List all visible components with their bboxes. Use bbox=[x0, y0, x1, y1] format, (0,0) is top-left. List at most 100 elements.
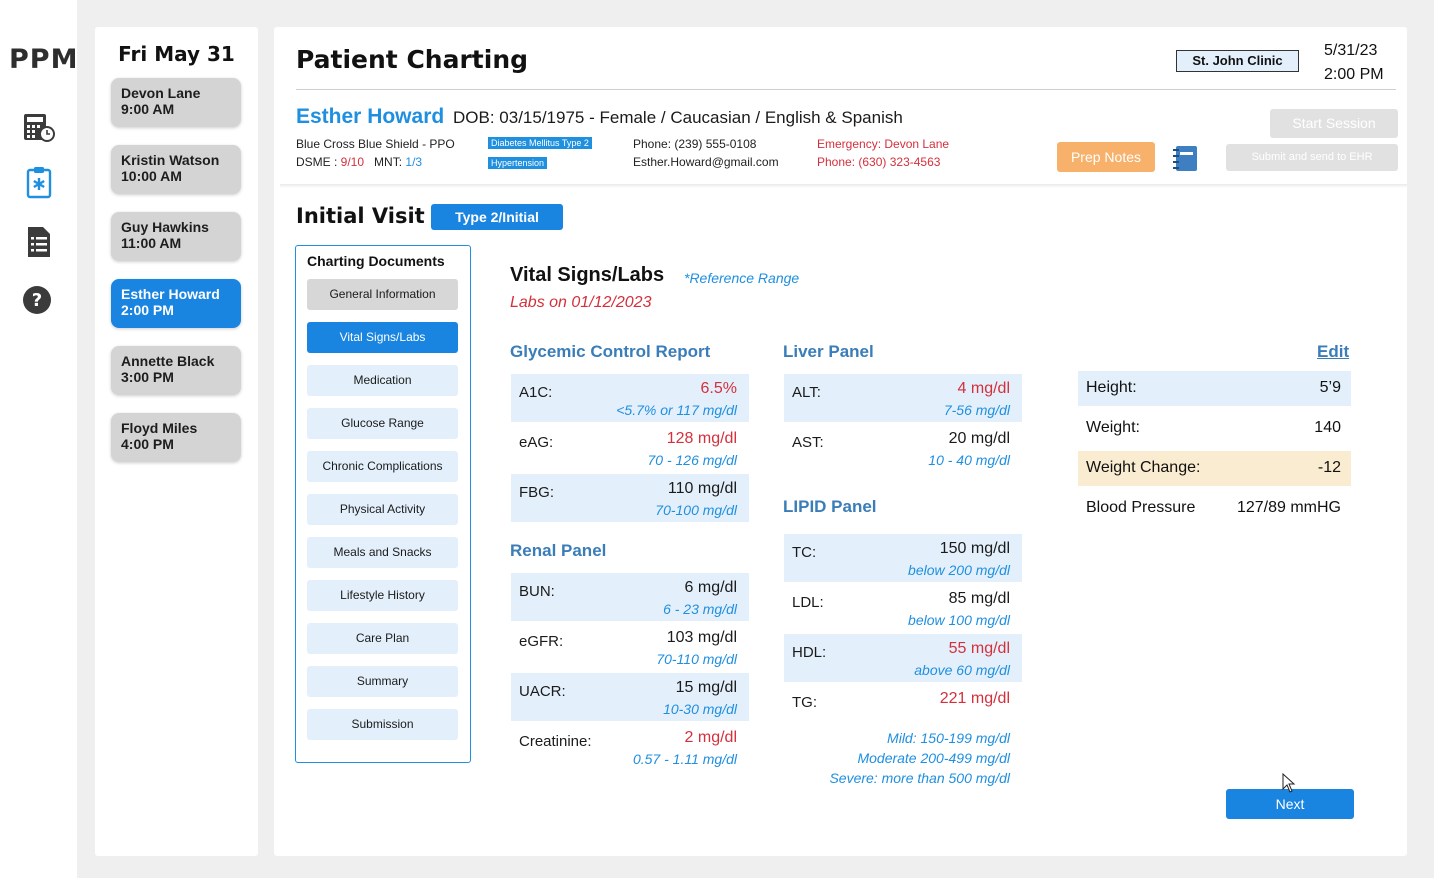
doc-chronic-complications[interactable]: Chronic Complications bbox=[307, 451, 458, 482]
lab-range: below 100 mg/dl bbox=[908, 612, 1010, 628]
help-icon[interactable]: ? bbox=[22, 283, 56, 317]
appointment-time: 2:00 PM bbox=[121, 302, 174, 318]
doc-physical-activity[interactable]: Physical Activity bbox=[307, 494, 458, 525]
appointment-item[interactable]: Floyd Miles 4:00 PM bbox=[111, 413, 241, 462]
lab-row: A1C: 6.5% <5.7% or 117 mg/dl bbox=[511, 374, 749, 422]
lab-range: 70-100 mg/dl bbox=[655, 502, 737, 518]
measurement-label: Weight: bbox=[1086, 419, 1140, 436]
lab-value: 6.5% bbox=[700, 380, 737, 397]
charting-documents: Charting Documents General Information V… bbox=[295, 245, 471, 763]
prep-notes-button[interactable]: Prep Notes bbox=[1057, 142, 1155, 172]
appointment-name: Devon Lane bbox=[121, 85, 201, 101]
next-button[interactable]: Next bbox=[1226, 789, 1354, 819]
renal-title: Renal Panel bbox=[510, 541, 607, 560]
doc-glucose-range[interactable]: Glucose Range bbox=[307, 408, 458, 439]
lab-row: TC: 150 mg/dl below 200 mg/dl bbox=[784, 534, 1022, 582]
appointment-time: 9:00 AM bbox=[121, 101, 175, 117]
measurement-row: Blood Pressure 127/89 mmHG bbox=[1078, 491, 1351, 526]
dsme-label: DSME : bbox=[296, 155, 341, 169]
patient-insurance: Blue Cross Blue Shield - PPO bbox=[296, 137, 455, 151]
appointment-item[interactable]: Annette Black 3:00 PM bbox=[111, 346, 241, 395]
measurement-row: Weight Change: -12 bbox=[1078, 451, 1351, 486]
start-session-button[interactable]: Start Session bbox=[1270, 109, 1398, 138]
lab-value: 221 mg/dl bbox=[939, 690, 1010, 707]
lab-range: above 60 mg/dl bbox=[914, 662, 1010, 678]
lab-row: AST: 20 mg/dl 10 - 40 mg/dl bbox=[784, 424, 1022, 472]
doc-submission[interactable]: Submission bbox=[307, 709, 458, 740]
lab-range: 7-56 mg/dl bbox=[943, 402, 1010, 418]
lab-range: <5.7% or 117 mg/dl bbox=[616, 402, 737, 418]
glycemic-title: Glycemic Control Report bbox=[510, 342, 711, 361]
appointment-item[interactable]: Devon Lane 9:00 AM bbox=[111, 78, 241, 127]
clinic-badge[interactable]: St. John Clinic bbox=[1176, 50, 1299, 72]
lab-row: LDL: 85 mg/dl below 100 mg/dl bbox=[784, 584, 1022, 632]
lab-value: 2 mg/dl bbox=[684, 729, 737, 746]
header-divider bbox=[296, 89, 1396, 90]
lab-label: LDL: bbox=[792, 594, 824, 611]
calculator-clock-icon[interactable] bbox=[22, 110, 56, 144]
doc-summary[interactable]: Summary bbox=[307, 666, 458, 697]
mouse-cursor-icon bbox=[1282, 773, 1296, 793]
measurement-value: -12 bbox=[1317, 459, 1341, 476]
doc-lifestyle-history[interactable]: Lifestyle History bbox=[307, 580, 458, 611]
lab-value: 128 mg/dl bbox=[666, 430, 737, 447]
liver-title: Liver Panel bbox=[783, 342, 874, 361]
charting-documents-title: Charting Documents bbox=[307, 253, 445, 269]
mnt-value: 1/3 bbox=[405, 155, 423, 169]
lab-value: 85 mg/dl bbox=[948, 590, 1010, 607]
edit-link[interactable]: Edit bbox=[1317, 342, 1349, 362]
schedule-panel: Fri May 31 Devon Lane 9:00 AM Kristin Wa… bbox=[95, 27, 258, 856]
lab-label: AST: bbox=[792, 434, 824, 451]
appointment-name: Esther Howard bbox=[121, 286, 220, 302]
header-shadow bbox=[280, 184, 1407, 188]
appointment-item[interactable]: Kristin Watson 10:00 AM bbox=[111, 145, 241, 194]
lab-row: HDL: 55 mg/dl above 60 mg/dl bbox=[784, 634, 1022, 682]
diagnosis-tag: Hypertension bbox=[488, 157, 548, 169]
appointment-item-active[interactable]: Esther Howard 2:00 PM bbox=[111, 279, 241, 328]
visit-type-button[interactable]: Type 2/Initial bbox=[431, 204, 563, 230]
clipboard-medical-icon[interactable] bbox=[22, 165, 56, 199]
measurement-row: Weight: 140 bbox=[1078, 411, 1351, 446]
lab-label: UACR: bbox=[519, 683, 566, 700]
measurement-label: Weight Change: bbox=[1086, 459, 1201, 476]
appointment-item[interactable]: Guy Hawkins 11:00 AM bbox=[111, 212, 241, 261]
lab-row: FBG: 110 mg/dl 70-100 mg/dl bbox=[511, 474, 749, 522]
appointment-name: Guy Hawkins bbox=[121, 219, 209, 235]
lab-row: Creatinine: 2 mg/dl 0.57 - 1.11 mg/dl bbox=[511, 723, 749, 771]
schedule-date: Fri May 31 bbox=[118, 42, 235, 66]
lab-range: 6 - 23 mg/dl bbox=[663, 601, 737, 617]
lab-value: 55 mg/dl bbox=[948, 640, 1010, 657]
diagnosis-tag: Diabetes Mellitus Type 2 bbox=[488, 137, 592, 149]
lab-range: Moderate 200-499 mg/dl bbox=[857, 750, 1010, 766]
measurement-value: 140 bbox=[1314, 419, 1341, 436]
lab-range: 10-30 mg/dl bbox=[663, 701, 737, 717]
measurement-row: Height: 5’9 bbox=[1078, 371, 1351, 406]
doc-meals-and-snacks[interactable]: Meals and Snacks bbox=[307, 537, 458, 568]
doc-vital-signs-labs[interactable]: Vital Signs/Labs bbox=[307, 322, 458, 353]
patient-programs: DSME : 9/10 MNT: 1/3 bbox=[296, 155, 422, 169]
header-datetime: 5/31/23 2:00 PM bbox=[1324, 39, 1384, 87]
doc-care-plan[interactable]: Care Plan bbox=[307, 623, 458, 654]
patient-email: Esther.Howard@gmail.com bbox=[633, 155, 779, 169]
left-rail: PPM ? bbox=[0, 0, 77, 878]
doc-general-information[interactable]: General Information bbox=[307, 279, 458, 310]
measurement-label: Blood Pressure bbox=[1086, 499, 1196, 516]
header-date: 5/31/23 bbox=[1324, 42, 1378, 59]
lab-value: 150 mg/dl bbox=[939, 540, 1010, 557]
emergency-contact: Emergency: Devon Lane bbox=[817, 137, 950, 151]
mnt-label: MNT: bbox=[374, 155, 406, 169]
lab-row: eGFR: 103 mg/dl 70-110 mg/dl bbox=[511, 623, 749, 671]
svg-text:?: ? bbox=[32, 290, 42, 311]
lab-value: 15 mg/dl bbox=[675, 679, 737, 696]
document-list-icon[interactable] bbox=[22, 225, 56, 259]
appointment-time: 3:00 PM bbox=[121, 369, 174, 385]
lab-value: 20 mg/dl bbox=[948, 430, 1010, 447]
doc-medication[interactable]: Medication bbox=[307, 365, 458, 396]
submit-ehr-button[interactable]: Submit and send to EHR bbox=[1226, 144, 1398, 171]
lab-row: BUN: 6 mg/dl 6 - 23 mg/dl bbox=[511, 573, 749, 621]
lipid-title: LIPID Panel bbox=[783, 497, 877, 516]
lab-label: FBG: bbox=[519, 484, 555, 501]
dsme-value: 9/10 bbox=[340, 155, 365, 169]
notebook-icon[interactable] bbox=[1171, 143, 1201, 173]
app-logo: PPM bbox=[9, 44, 79, 75]
